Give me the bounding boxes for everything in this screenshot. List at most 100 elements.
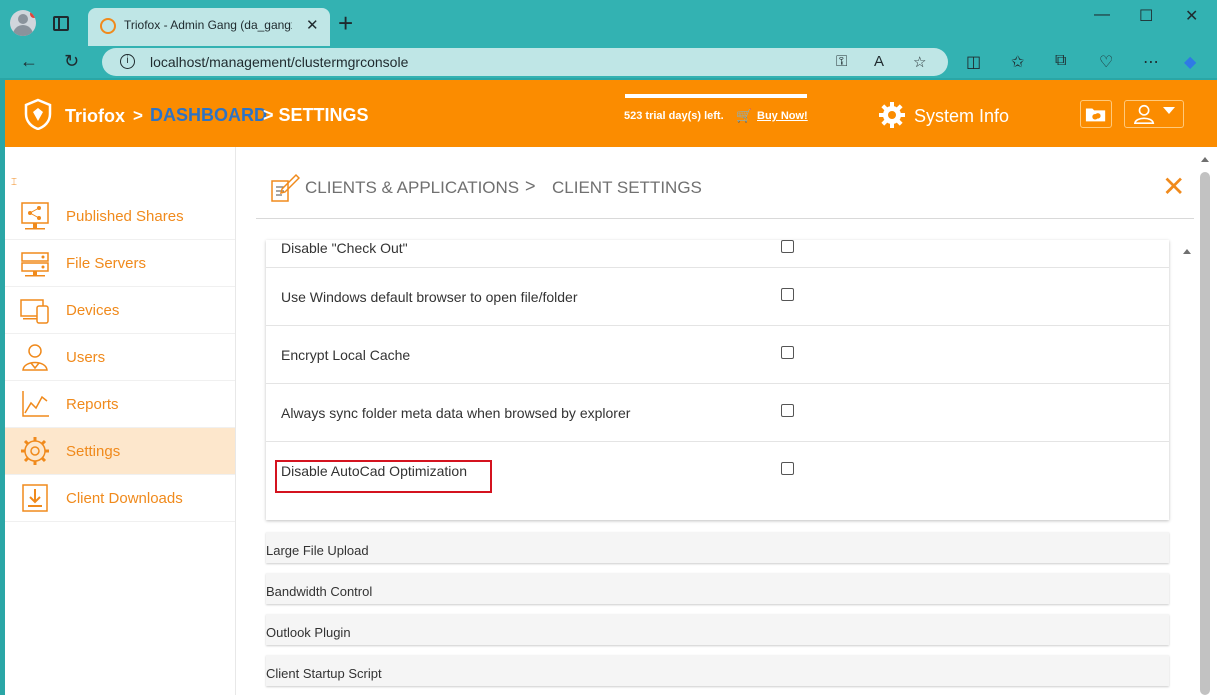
- profile-avatar[interactable]: [10, 10, 36, 36]
- highlight-box: [275, 460, 492, 493]
- header-divider: [256, 218, 1194, 219]
- tab-close-icon[interactable]: ✕: [306, 16, 319, 34]
- option-row: Use Windows default browser to open file…: [266, 268, 1169, 326]
- section-label: Bandwidth Control: [266, 584, 373, 599]
- browser-health-icon[interactable]: ♡: [1099, 52, 1113, 72]
- triofox-app: Triofox > DASHBOARD > SETTINGS 523 trial…: [5, 80, 1217, 695]
- collections-icon[interactable]: ⧉: [1055, 52, 1066, 70]
- split-screen-icon[interactable]: ◫: [966, 52, 981, 72]
- cart-icon[interactable]: 🛒: [736, 108, 752, 124]
- option-row: Always sync folder meta data when browse…: [266, 384, 1169, 442]
- minimize-button[interactable]: —: [1094, 6, 1110, 24]
- option-checkbox[interactable]: [781, 240, 794, 253]
- option-row: Encrypt Local Cache: [266, 326, 1169, 384]
- sidebar-collapse-icon[interactable]: ⌶: [11, 177, 17, 188]
- sidebar-item-file-servers[interactable]: File Servers: [5, 240, 235, 287]
- option-label: Disable "Check Out": [281, 240, 408, 256]
- avatar-head: [18, 14, 28, 24]
- scroll-up-icon[interactable]: [1201, 157, 1209, 162]
- breadcrumb-dashboard[interactable]: DASHBOARD: [150, 105, 267, 126]
- maximize-button[interactable]: ☐: [1139, 6, 1153, 26]
- section-bandwidth-control[interactable]: Bandwidth Control: [266, 573, 1169, 604]
- trial-progress-bar: [625, 94, 807, 98]
- section-label: Client Startup Script: [266, 666, 382, 681]
- user-icon: [1133, 104, 1155, 124]
- sidebar-item-reports[interactable]: Reports: [5, 381, 235, 428]
- close-icon[interactable]: ✕: [1162, 173, 1185, 201]
- window-close-button[interactable]: ✕: [1185, 6, 1198, 26]
- sidebar-item-label: Client Downloads: [66, 490, 183, 507]
- more-menu-icon[interactable]: ⋯: [1143, 52, 1159, 72]
- notification-dot: [30, 10, 36, 18]
- sidebar-item-settings[interactable]: Settings: [5, 428, 235, 475]
- favorite-star-icon[interactable]: ☆: [913, 53, 926, 71]
- users-icon: [22, 344, 48, 371]
- copilot-icon[interactable]: ◆: [1184, 52, 1196, 72]
- url-text[interactable]: localhost/management/clustermgrconsole: [150, 54, 408, 70]
- clients-applications-icon: [271, 173, 300, 202]
- sidebar-item-label: Published Shares: [66, 208, 184, 225]
- tab-actions-icon[interactable]: [53, 16, 69, 31]
- sidebar-item-users[interactable]: Users: [5, 334, 235, 381]
- new-tab-button[interactable]: +: [338, 8, 353, 38]
- triofox-logo-icon: [24, 98, 52, 130]
- main-content: CLIENTS & APPLICATIONS > CLIENT SETTINGS…: [236, 147, 1217, 695]
- sidebar: ⌶ Published Shares File Servers Devices …: [5, 147, 236, 695]
- browser-address-bar: ← ↻ i localhost/management/clustermgrcon…: [0, 46, 1217, 78]
- brand-name[interactable]: Triofox: [65, 106, 125, 127]
- share-folder-icon: [21, 202, 49, 230]
- sidebar-item-label: Devices: [66, 302, 120, 319]
- sidebar-item-label: File Servers: [66, 255, 147, 272]
- client-settings-panel: Disable "Check Out" Use Windows default …: [266, 240, 1169, 520]
- sidebar-item-published-shares[interactable]: Published Shares: [5, 193, 235, 240]
- breadcrumb-separator: >: [133, 106, 143, 125]
- section-large-file-upload[interactable]: Large File Upload: [266, 532, 1169, 563]
- breadcrumb-clients-applications[interactable]: CLIENTS & APPLICATIONS: [305, 178, 519, 198]
- read-aloud-icon[interactable]: A: [874, 53, 884, 70]
- gear-icon[interactable]: [878, 101, 906, 129]
- tab-title: Triofox - Admin Gang (da_gangx: [124, 18, 292, 32]
- trial-days-text: 523 trial day(s) left.: [624, 110, 724, 122]
- chevron-down-icon: [1163, 107, 1175, 114]
- reload-button[interactable]: ↻: [64, 51, 79, 72]
- scroll-thumb[interactable]: [1200, 172, 1210, 695]
- breadcrumb-settings: > SETTINGS: [263, 105, 369, 125]
- option-checkbox[interactable]: [781, 404, 794, 417]
- scrollbar[interactable]: [1196, 147, 1217, 695]
- option-label: Encrypt Local Cache: [281, 347, 411, 363]
- favorites-icon[interactable]: ✩: [1011, 52, 1024, 72]
- section-outlook-plugin[interactable]: Outlook Plugin: [266, 614, 1169, 645]
- sidebar-item-devices[interactable]: Devices: [5, 287, 235, 334]
- app-header: Triofox > DASHBOARD > SETTINGS 523 trial…: [5, 80, 1217, 147]
- buy-now-link[interactable]: Buy Now!: [757, 110, 808, 122]
- triofox-favicon-icon: [100, 18, 116, 34]
- option-row: Disable "Check Out": [266, 240, 1169, 268]
- browser-tab[interactable]: Triofox - Admin Gang (da_gangx ✕: [88, 8, 330, 46]
- url-box[interactable]: i localhost/management/clustermgrconsole…: [102, 48, 948, 76]
- back-button[interactable]: ←: [20, 51, 38, 72]
- sidebar-item-label: Reports: [66, 396, 119, 413]
- sidebar-item-label: Settings: [66, 443, 121, 460]
- breadcrumb-separator: >: [525, 176, 536, 196]
- section-label: Large File Upload: [266, 543, 369, 558]
- cloud-folder-button[interactable]: [1080, 100, 1112, 128]
- cloud-folder-icon: [1085, 108, 1106, 122]
- settings-gear-icon: [21, 437, 49, 465]
- reports-chart-icon: [22, 391, 49, 417]
- option-checkbox[interactable]: [781, 288, 794, 301]
- section-label: Outlook Plugin: [266, 625, 351, 640]
- option-checkbox[interactable]: [781, 346, 794, 359]
- breadcrumb-client-settings: CLIENT SETTINGS: [552, 178, 702, 197]
- option-checkbox[interactable]: [781, 462, 794, 475]
- avatar-body: [13, 25, 33, 36]
- site-info-icon[interactable]: i: [120, 54, 135, 69]
- browser-tab-bar: Triofox - Admin Gang (da_gangx ✕ + — ☐ ✕: [0, 0, 1217, 46]
- user-menu-button[interactable]: [1124, 100, 1184, 128]
- file-server-icon: [21, 252, 49, 277]
- sidebar-item-client-downloads[interactable]: Client Downloads: [5, 475, 235, 522]
- inner-scroll-up-icon[interactable]: [1183, 249, 1191, 254]
- section-client-startup-script[interactable]: Client Startup Script: [266, 655, 1169, 686]
- option-label: Use Windows default browser to open file…: [281, 289, 578, 305]
- system-info-link[interactable]: System Info: [914, 106, 1009, 127]
- key-icon[interactable]: ⚿: [836, 53, 847, 70]
